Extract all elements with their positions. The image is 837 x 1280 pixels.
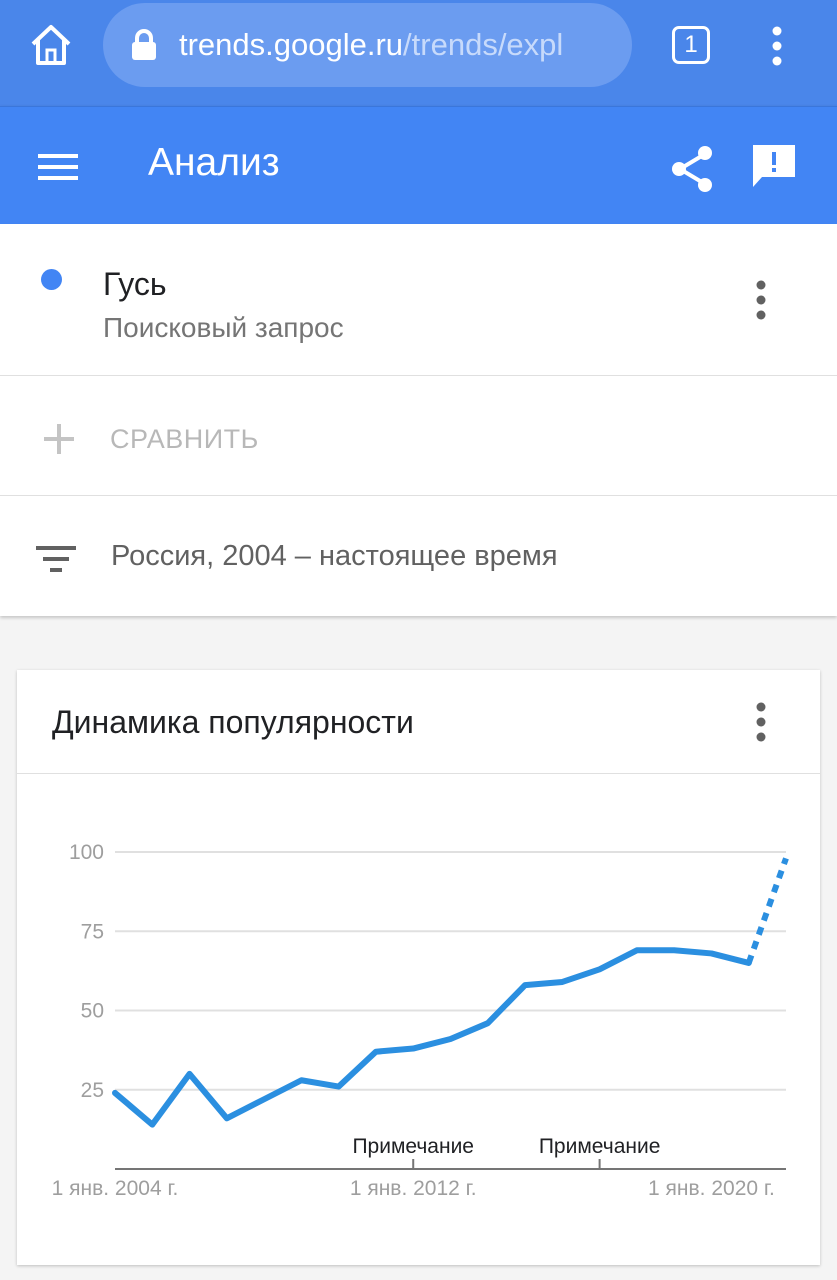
- y-tick-label: 75: [81, 920, 104, 943]
- series-line: [112, 947, 752, 1128]
- add-icon: [42, 422, 76, 456]
- search-terms-panel: Гусь Поисковый запрос СРАВНИТЬ Россия, 2…: [0, 224, 837, 616]
- search-term-row[interactable]: Гусь Поисковый запрос: [0, 224, 837, 376]
- url-text: trends.google.ru/trends/expl: [179, 27, 563, 63]
- y-tick-label: 50: [81, 1000, 104, 1023]
- annotation-label: Примечание: [352, 1135, 474, 1158]
- url-path: /trends/expl: [403, 27, 564, 62]
- more-vert-icon[interactable]: [764, 26, 790, 66]
- share-icon[interactable]: [668, 143, 718, 195]
- lock-icon: [129, 29, 159, 61]
- compare-button[interactable]: СРАВНИТЬ: [0, 376, 837, 496]
- compare-label: СРАВНИТЬ: [110, 424, 259, 454]
- menu-icon[interactable]: [38, 151, 80, 183]
- filter-label: Россия, 2004 – настоящее время: [111, 540, 558, 572]
- term-name: Гусь: [103, 266, 167, 302]
- browser-toolbar: trends.google.ru/trends/expl 1: [0, 0, 837, 106]
- interest-over-time-card: Динамика популярности 100 75 50 25 1 янв. 20…: [17, 670, 820, 1265]
- url-host: trends.google.ru: [179, 27, 404, 62]
- annotation-label: Примечание: [539, 1135, 661, 1158]
- interest-chart: 100 75 50 25 1 янв. 2004 г. 1 янв. 2012 г. 1 я…: [52, 841, 789, 1200]
- app-bar: Анализ: [0, 106, 837, 224]
- feedback-icon[interactable]: [749, 141, 799, 193]
- term-color-dot: [41, 269, 62, 290]
- y-tick-label: 25: [81, 1079, 104, 1102]
- partial-data-line: [745, 857, 789, 964]
- x-tick-label: 1 янв. 2012 г.: [350, 1177, 477, 1200]
- home-icon[interactable]: [28, 22, 74, 68]
- x-tick-label: 1 янв. 2020 г.: [648, 1177, 775, 1200]
- filter-icon: [36, 544, 76, 574]
- filter-row[interactable]: Россия, 2004 – настоящее время: [0, 496, 837, 616]
- card-title: Динамика популярности: [52, 704, 414, 740]
- card-header: Динамика популярности: [17, 670, 820, 774]
- term-type: Поисковый запрос: [103, 312, 344, 343]
- more-vert-icon[interactable]: [748, 280, 774, 320]
- page-title: Анализ: [148, 141, 280, 184]
- address-bar[interactable]: trends.google.ru/trends/expl: [103, 3, 632, 87]
- more-vert-icon[interactable]: [748, 702, 774, 742]
- x-tick-label: 1 янв. 2004 г.: [52, 1177, 179, 1200]
- y-tick-label: 100: [69, 841, 104, 864]
- tab-count-button[interactable]: 1: [672, 26, 710, 64]
